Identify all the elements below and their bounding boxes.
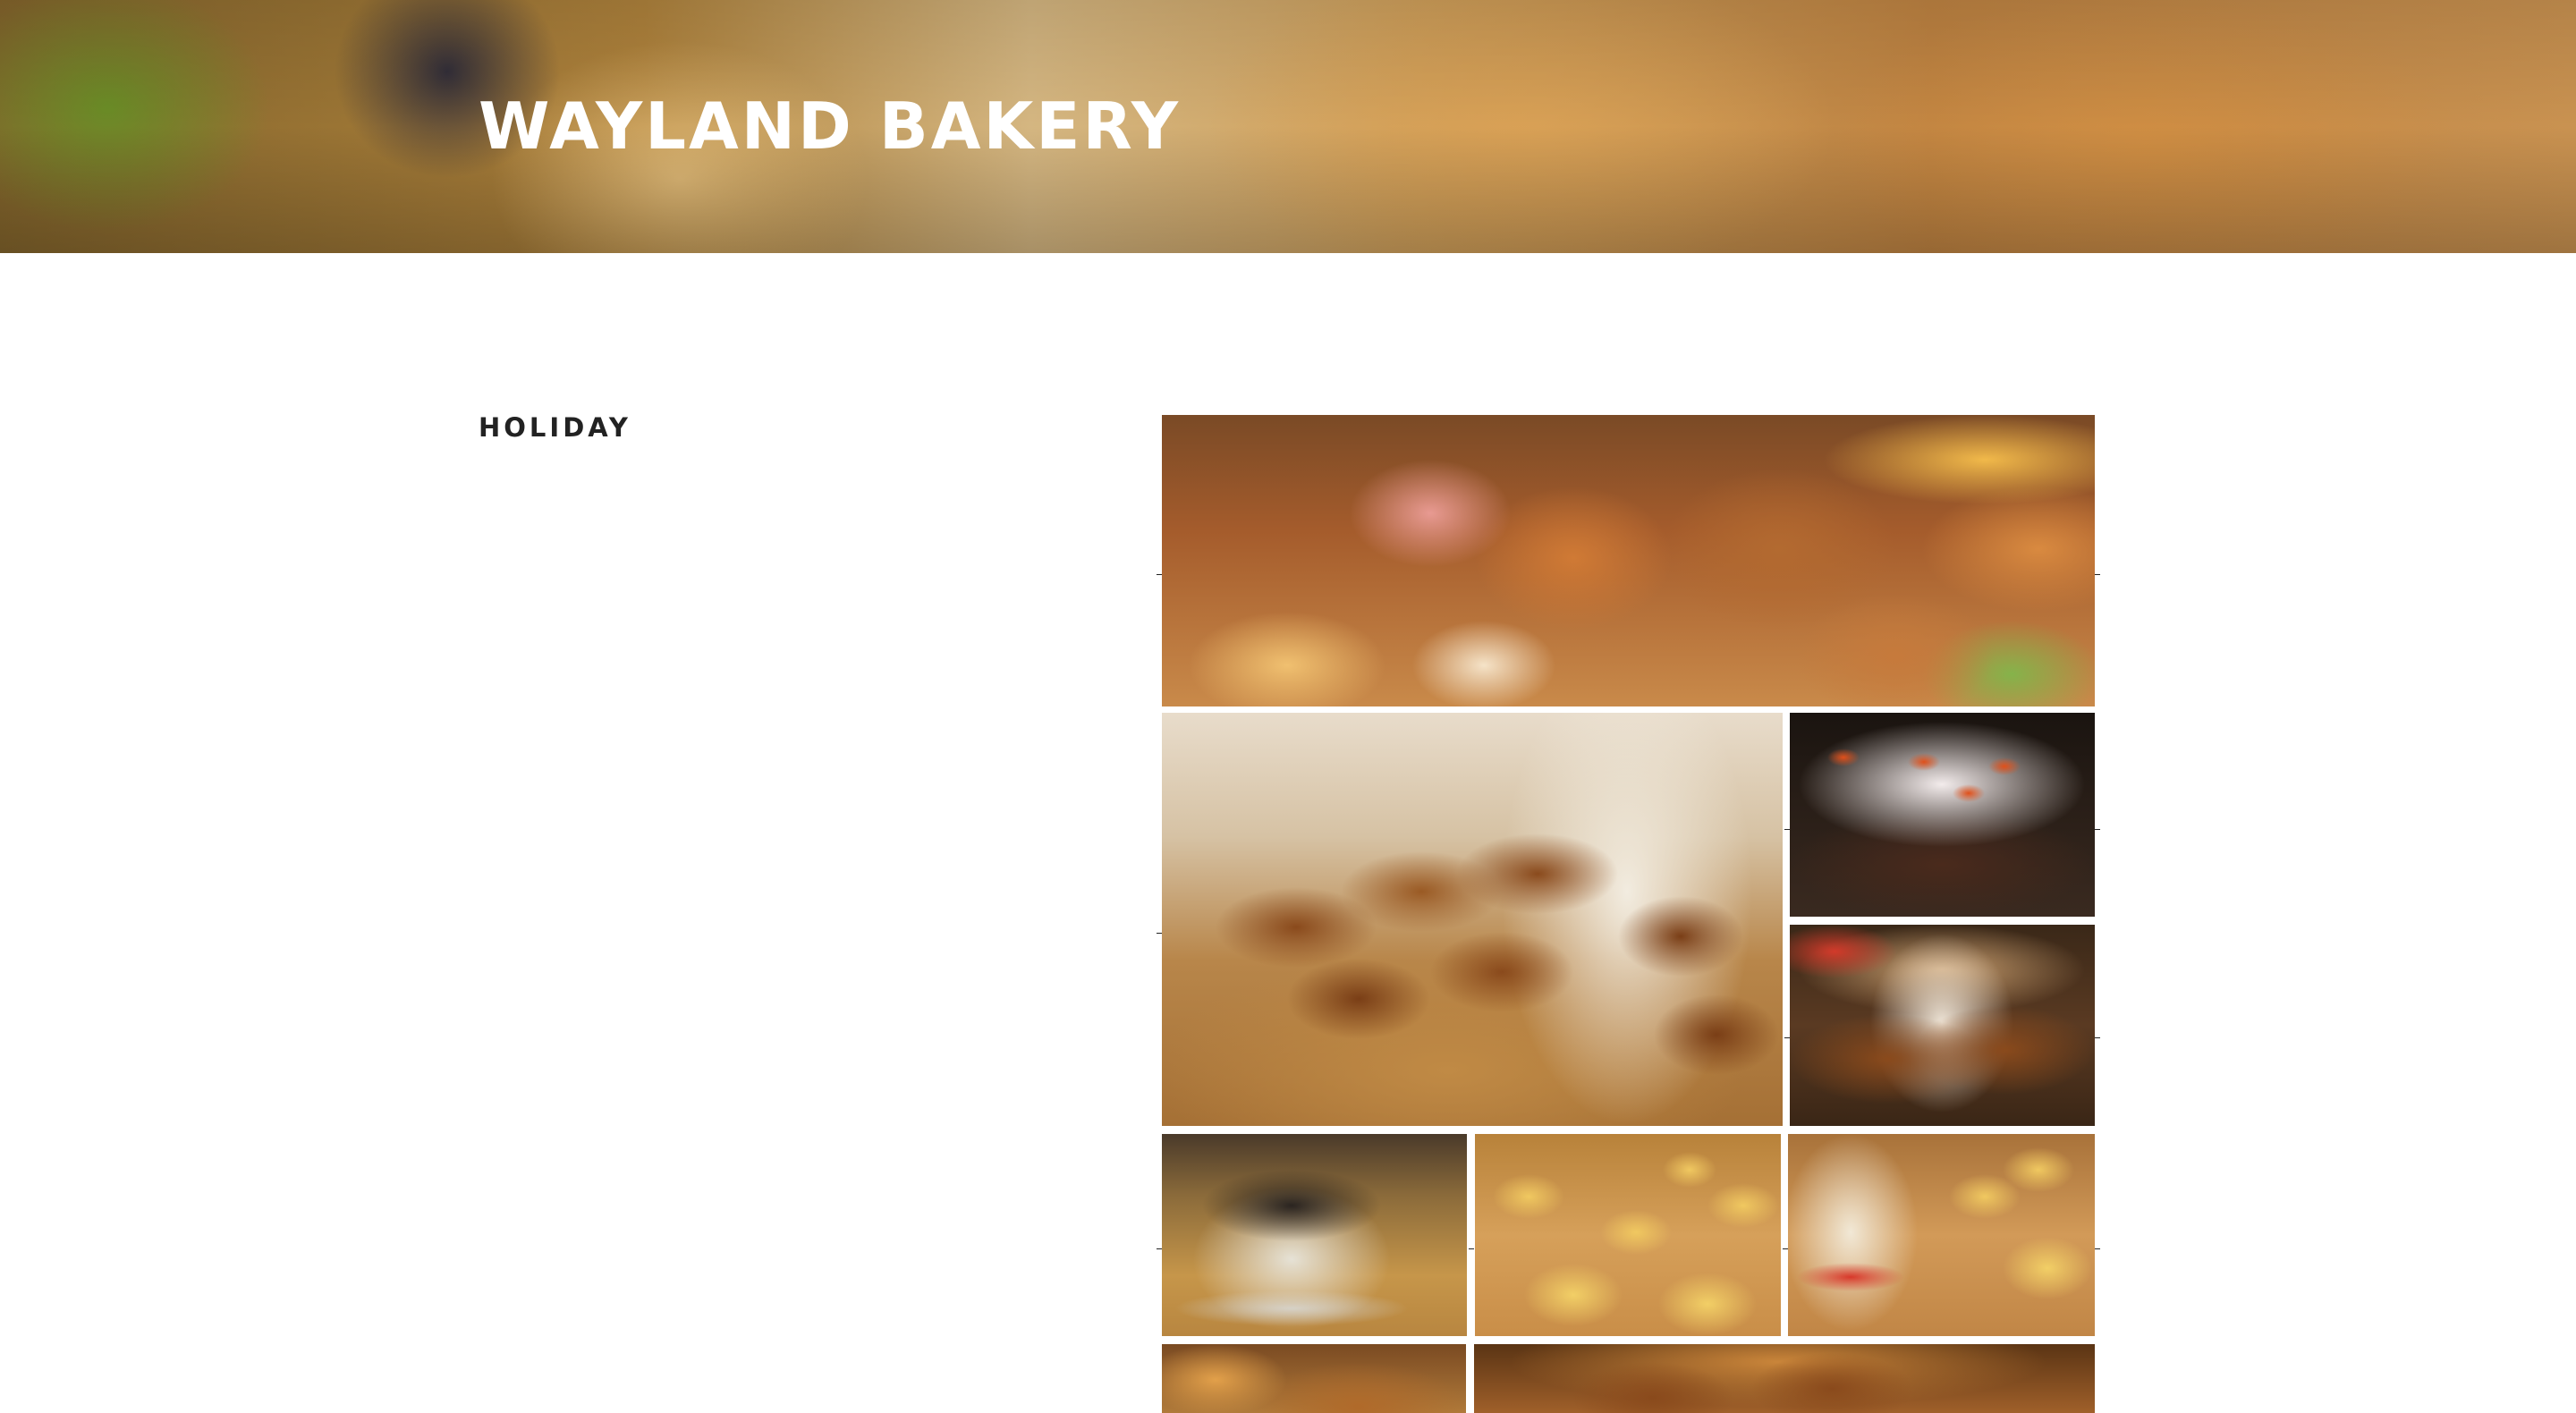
gallery-image-assorted-holiday-cookies[interactable] bbox=[1162, 415, 2095, 706]
carrot-cake-photo bbox=[1790, 713, 2095, 917]
gallery-image-pastry[interactable] bbox=[1162, 1344, 1466, 1413]
cookies-photo bbox=[1162, 415, 2095, 706]
divider-tick bbox=[1157, 933, 1162, 934]
divider-tick bbox=[1157, 574, 1162, 575]
divider-tick bbox=[2095, 1248, 2100, 1249]
divider-tick bbox=[1157, 1248, 1162, 1249]
gallery-image-pecan-tart[interactable] bbox=[1474, 1344, 2095, 1413]
gallery-image-pie-slices[interactable] bbox=[1790, 925, 2095, 1126]
gallery-image-ladyfinger-cake[interactable] bbox=[1788, 1134, 2095, 1336]
divider-tick bbox=[1469, 1248, 1474, 1249]
gallery-image-tartlets[interactable] bbox=[1475, 1134, 1781, 1336]
site-title-link[interactable]: WAYLAND BAKERY bbox=[479, 86, 1181, 166]
tartlets-photo bbox=[1475, 1134, 1781, 1336]
pecan-pie-photo bbox=[1162, 713, 1783, 1126]
gallery-image-pecan-pie[interactable] bbox=[1162, 713, 1783, 1126]
divider-tick bbox=[1783, 1248, 1788, 1249]
divider-tick bbox=[2095, 829, 2100, 830]
pie-slices-photo bbox=[1790, 925, 2095, 1126]
photo-gallery bbox=[0, 0, 2576, 1413]
divider-tick bbox=[2095, 1037, 2100, 1038]
pastry-photo bbox=[1162, 1344, 1466, 1413]
pecan-tart-photo bbox=[1474, 1344, 2095, 1413]
divider-tick bbox=[1784, 1037, 1790, 1038]
divider-tick bbox=[2095, 574, 2100, 575]
divider-tick bbox=[1784, 829, 1790, 830]
cookies-and-cream-cake-photo bbox=[1162, 1134, 1467, 1336]
gallery-image-carrot-cake[interactable] bbox=[1790, 713, 2095, 917]
gallery-image-cookies-and-cream-cake[interactable] bbox=[1162, 1134, 1467, 1336]
ladyfinger-cake-photo bbox=[1788, 1134, 2095, 1336]
